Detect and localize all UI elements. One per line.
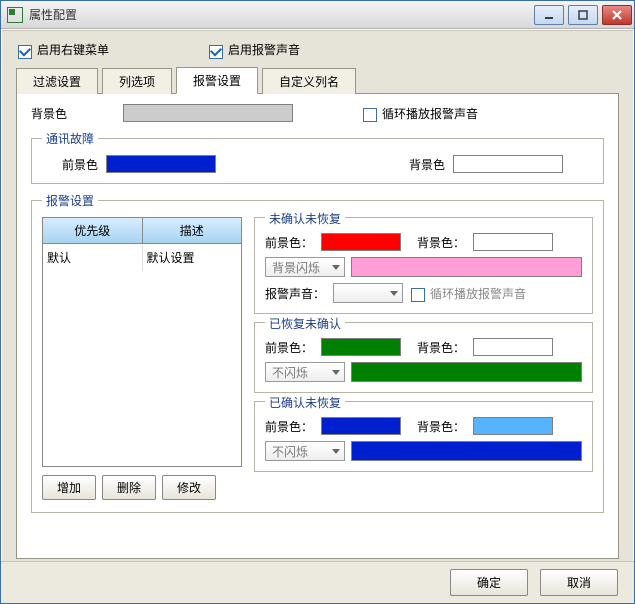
group-ack-unrestored: 已确认未恢复 前景色： 背景色： 不闪烁	[254, 401, 593, 472]
g1-loop-label: 循环播放报警声音	[430, 285, 526, 302]
g1-loop-checkbox[interactable]	[411, 288, 425, 302]
th-priority[interactable]: 优先级	[43, 218, 143, 244]
comm-fault-legend: 通讯故障	[42, 130, 98, 147]
cancel-button[interactable]: 取消	[540, 569, 618, 596]
comm-bg-swatch[interactable]	[453, 155, 563, 173]
content: 启用右键菜单 启用报警声音 过滤设置 列选项 报警设置 自定义列名 背景色 循环…	[2, 30, 633, 561]
g3-bg-swatch[interactable]	[473, 417, 553, 435]
close-button[interactable]	[602, 5, 632, 25]
g3-bar-swatch[interactable]	[351, 441, 582, 461]
loop-alarm-sound-checkbox[interactable]	[363, 108, 377, 122]
g1-bg-label: 背景色：	[417, 234, 465, 251]
enable-context-menu-label: 启用右键菜单	[37, 41, 109, 58]
g1-fg-swatch[interactable]	[321, 233, 401, 251]
tab-panel: 背景色 循环播放报警声音 通讯故障 前景色 背景色 报警设置	[16, 93, 619, 559]
minimize-button[interactable]	[534, 5, 564, 25]
tab-columns[interactable]: 列选项	[102, 68, 172, 94]
detail-column: 未确认未恢复 前景色： 背景色： 背景闪烁	[254, 217, 593, 500]
g3-fg-label: 前景色：	[265, 418, 313, 435]
tab-filter[interactable]: 过滤设置	[16, 68, 98, 94]
modify-button[interactable]: 修改	[162, 475, 216, 500]
chevron-down-icon	[390, 291, 398, 296]
group-restored-unack: 已恢复未确认 前景色： 背景色： 不闪烁	[254, 322, 593, 393]
g1-fg-label: 前景色：	[265, 234, 313, 251]
legend-restored-unack: 已恢复未确认	[265, 315, 345, 332]
alarm-settings-group: 报警设置 优先级 描述 默认 默认设置 增加	[31, 192, 604, 513]
g2-bar-swatch[interactable]	[351, 362, 582, 382]
add-button[interactable]: 增加	[42, 475, 96, 500]
g1-sound-select[interactable]	[333, 283, 403, 303]
td-desc: 默认设置	[143, 244, 242, 271]
g1-bar-swatch[interactable]	[351, 257, 582, 277]
comm-bg-label: 背景色	[409, 156, 445, 173]
comm-fg-label: 前景色	[62, 156, 98, 173]
th-desc[interactable]: 描述	[143, 218, 242, 244]
g2-fg-label: 前景色：	[265, 339, 313, 356]
enable-alarm-sound-label: 启用报警声音	[228, 41, 300, 58]
footer-bar: 确定 取消	[1, 561, 634, 603]
alarm-settings-legend: 报警设置	[42, 192, 98, 209]
g3-bg-label: 背景色：	[417, 418, 465, 435]
maximize-button[interactable]	[568, 5, 598, 25]
g1-bg-swatch[interactable]	[473, 233, 553, 251]
window-buttons	[532, 5, 634, 25]
g3-blink-select[interactable]: 不闪烁	[265, 441, 345, 461]
g2-bg-swatch[interactable]	[473, 338, 553, 356]
priority-table: 优先级 描述 默认 默认设置	[42, 217, 242, 467]
g2-bg-label: 背景色：	[417, 339, 465, 356]
tab-strip: 过滤设置 列选项 报警设置 自定义列名	[16, 66, 633, 93]
chevron-down-icon	[332, 265, 340, 270]
window-title: 属性配置	[29, 6, 532, 23]
priority-column: 优先级 描述 默认 默认设置 增加 删除 修改	[42, 217, 242, 500]
g3-fg-swatch[interactable]	[321, 417, 401, 435]
panel-bg-label: 背景色	[31, 105, 67, 122]
delete-button[interactable]: 删除	[102, 475, 156, 500]
chevron-down-icon	[332, 449, 340, 454]
tab-custom-col[interactable]: 自定义列名	[262, 68, 356, 94]
ok-button[interactable]: 确定	[450, 569, 528, 596]
comm-fault-group: 通讯故障 前景色 背景色	[31, 130, 604, 184]
legend-unack-unrestored: 未确认未恢复	[265, 210, 345, 227]
enable-context-menu-checkbox[interactable]	[18, 45, 32, 59]
g2-blink-select[interactable]: 不闪烁	[265, 362, 345, 382]
td-priority: 默认	[43, 244, 143, 271]
tab-alarm[interactable]: 报警设置	[176, 67, 258, 94]
app-icon	[7, 7, 23, 23]
loop-alarm-sound-label: 循环播放报警声音	[382, 105, 478, 122]
g1-sound-label: 报警声音：	[265, 285, 325, 302]
table-row[interactable]: 默认 默认设置	[43, 244, 241, 271]
enable-alarm-sound-checkbox[interactable]	[209, 45, 223, 59]
chevron-down-icon	[332, 370, 340, 375]
g2-fg-swatch[interactable]	[321, 338, 401, 356]
panel-bg-swatch[interactable]	[123, 104, 293, 122]
group-unack-unrestored: 未确认未恢复 前景色： 背景色： 背景闪烁	[254, 217, 593, 314]
legend-ack-unrestored: 已确认未恢复	[265, 394, 345, 411]
g1-blink-select[interactable]: 背景闪烁	[265, 257, 345, 277]
comm-fg-swatch[interactable]	[106, 155, 216, 173]
title-bar: 属性配置	[1, 1, 634, 29]
